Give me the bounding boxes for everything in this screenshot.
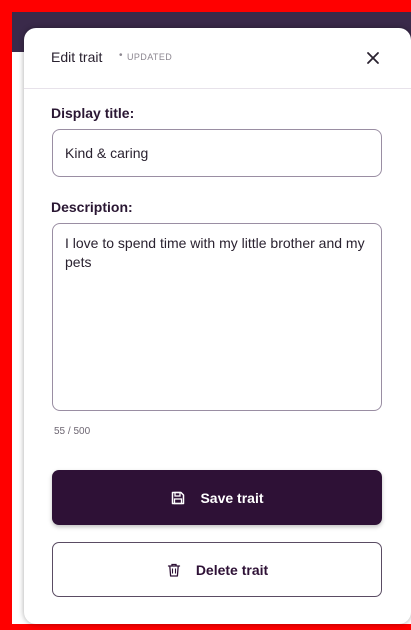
close-button[interactable]: [360, 45, 386, 71]
character-counter: 55 / 500: [54, 426, 91, 437]
display-title-input[interactable]: [52, 129, 382, 177]
save-icon: [170, 490, 186, 506]
dialog-title: Edit trait: [51, 49, 103, 65]
dialog-header: Edit trait • UPDATED: [24, 28, 411, 89]
save-trait-label: Save trait: [200, 489, 264, 506]
trash-icon: [166, 562, 182, 578]
edit-trait-dialog: Edit trait • UPDATED Display title: Desc…: [24, 28, 411, 624]
description-textarea[interactable]: I love to spend time with my little brot…: [52, 223, 382, 411]
display-title-label: Display title:: [51, 105, 135, 121]
close-icon: [367, 52, 379, 64]
title-separator: •: [119, 50, 123, 61]
delete-trait-label: Delete trait: [195, 561, 269, 578]
status-label: UPDATED: [127, 52, 173, 62]
delete-trait-button[interactable]: Delete trait: [52, 542, 382, 597]
save-trait-button[interactable]: Save trait: [52, 470, 382, 525]
description-label: Description:: [51, 199, 133, 215]
